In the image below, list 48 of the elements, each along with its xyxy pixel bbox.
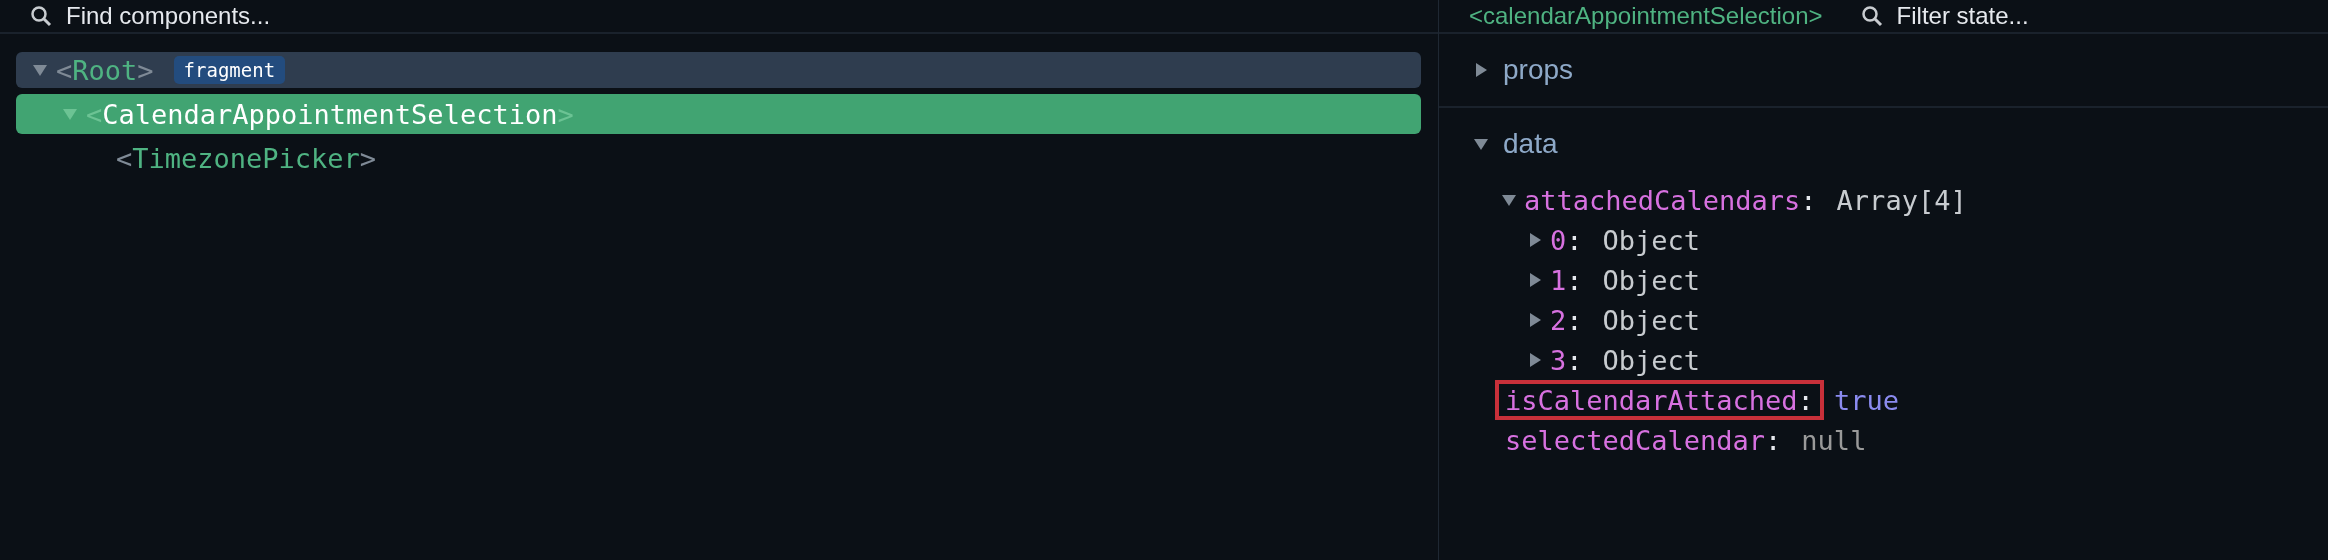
tag-bracket: > (557, 98, 574, 130)
colon: : (1566, 304, 1583, 336)
property-key: 3 (1550, 344, 1567, 376)
caret-right-icon[interactable] (1473, 62, 1489, 78)
property-key: selectedCalendar (1505, 424, 1766, 456)
caret-down-icon[interactable] (1501, 192, 1517, 208)
search-icon (1860, 5, 1883, 27)
property-key: 0 (1550, 224, 1567, 256)
property-value: null (1801, 424, 1867, 456)
property-value: Array[4] (1836, 184, 1967, 216)
colon: : (1566, 344, 1583, 376)
caret-right-icon[interactable] (1527, 232, 1543, 248)
property-key: 1 (1550, 264, 1567, 296)
property-value: true (1833, 384, 1899, 416)
caret-down-icon[interactable] (1473, 136, 1489, 152)
colon: : (1566, 224, 1583, 256)
tag-bracket: < (56, 54, 73, 86)
caret-down-icon[interactable] (32, 62, 48, 78)
caret-right-icon[interactable] (1527, 312, 1543, 328)
property-value: Object (1602, 224, 1701, 256)
colon: : (1566, 264, 1583, 296)
section-label[interactable]: data (1503, 128, 1558, 160)
tag-bracket: > (137, 54, 154, 86)
property-value: Object (1602, 344, 1701, 376)
breadcrumb[interactable]: <calendarAppointmentSelection> (1469, 2, 1823, 30)
search-field[interactable]: Find components... (66, 2, 426, 30)
tag-bracket: < (116, 142, 133, 174)
property-key: attachedCalendars (1524, 184, 1801, 216)
tree-row[interactable]: <TimezonePicker> (16, 140, 1421, 176)
colon: : (1765, 424, 1782, 456)
section-label[interactable]: props (1503, 54, 1574, 86)
component-name: Root (72, 54, 138, 86)
caret-right-icon[interactable] (1527, 352, 1543, 368)
tree-row[interactable]: <Root> fragment (16, 52, 1421, 88)
property-value: Object (1602, 304, 1701, 336)
colon: : (1800, 184, 1817, 216)
component-name: CalendarAppointmentSelection (102, 98, 558, 130)
component-name: TimezonePicker (132, 142, 360, 174)
fragment-badge: fragment (173, 56, 286, 84)
tag-bracket: > (359, 142, 377, 174)
search-icon (30, 5, 52, 27)
filter-field[interactable]: Filter state... (1896, 2, 2257, 30)
tag-bracket: < (86, 98, 103, 130)
caret-right-icon[interactable] (1527, 272, 1543, 288)
property-value: Object (1602, 264, 1701, 296)
colon: : (1797, 384, 1814, 416)
property-key: 2 (1550, 304, 1567, 336)
property-key: isCalendarAttached (1505, 384, 1798, 416)
